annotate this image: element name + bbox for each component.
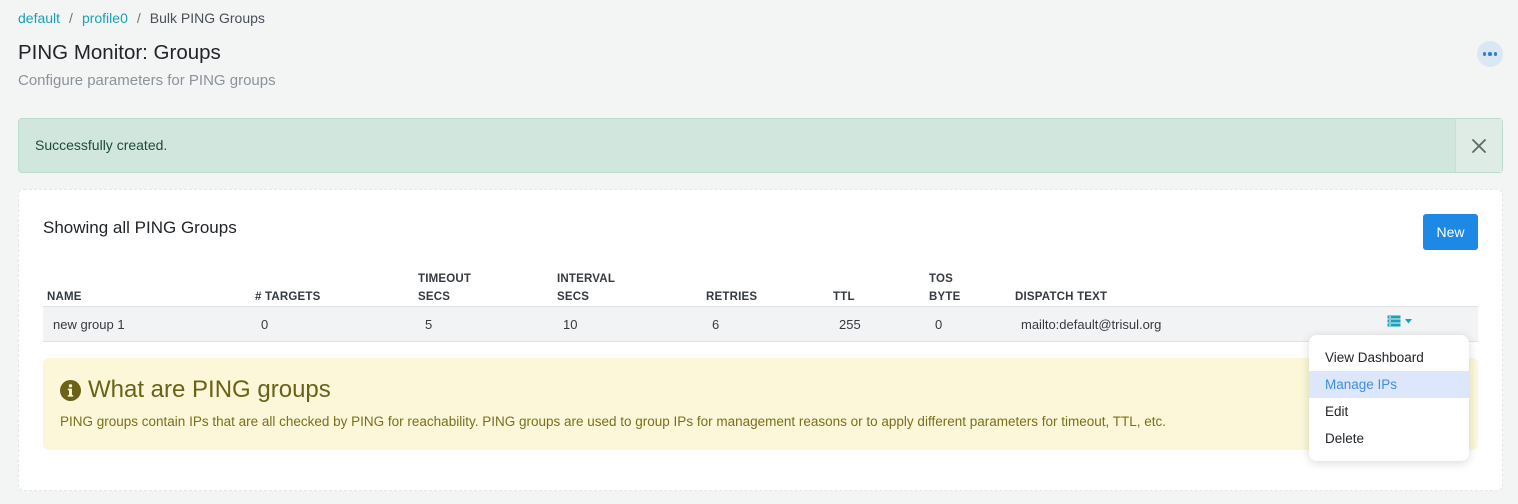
breadcrumb-default[interactable]: default [18, 10, 60, 26]
menu-item-edit[interactable]: Edit [1309, 398, 1469, 425]
server-list-icon [1387, 315, 1401, 327]
menu-item-view-dashboard[interactable]: View Dashboard [1309, 344, 1469, 371]
column-header-targets[interactable]: # TARGETS [255, 288, 320, 306]
more-options-button[interactable] [1477, 41, 1503, 67]
table-header: NAME # TARGETS TIMEOUT SECS INTERVAL SECS … [43, 264, 1478, 306]
success-alert: Successfully created. [18, 118, 1503, 173]
breadcrumb: default / profile0 / Bulk PING Groups [18, 10, 265, 26]
breadcrumb-separator: / [69, 10, 73, 26]
column-header-timeout[interactable]: TIMEOUT SECS [418, 270, 471, 306]
cell-timeout: 5 [425, 317, 433, 332]
column-header-interval[interactable]: INTERVAL SECS [557, 270, 615, 306]
alert-message: Successfully created. [35, 137, 168, 153]
info-description: PING groups contain IPs that are all che… [60, 414, 1167, 429]
caret-down-icon [1405, 318, 1412, 323]
page-subtitle: Configure parameters for PING groups [18, 72, 276, 89]
row-actions-toggle[interactable] [1387, 315, 1412, 327]
info-circle-icon [60, 379, 81, 401]
column-header-name[interactable]: NAME [47, 288, 82, 306]
info-box: What are PING groups PING groups contain… [43, 358, 1478, 450]
cell-ttl: 255 [839, 317, 861, 332]
page-title: PING Monitor: Groups [18, 41, 221, 64]
menu-item-delete[interactable]: Delete [1309, 425, 1469, 452]
new-button[interactable]: New [1423, 214, 1478, 250]
alert-close-button[interactable] [1455, 119, 1502, 172]
info-title-text: What are PING groups [88, 376, 331, 403]
ping-groups-card: Showing all PING Groups New NAME # TARGE… [18, 189, 1503, 491]
column-header-ttl[interactable]: TTL [833, 288, 855, 306]
cell-targets: 0 [261, 317, 269, 332]
breadcrumb-separator: / [136, 10, 141, 26]
cell-interval: 10 [563, 317, 578, 332]
cell-dispatch: mailto:default@trisul.org [1021, 317, 1162, 332]
cell-tos: 0 [935, 317, 943, 332]
column-header-dispatch[interactable]: DISPATCH TEXT [1015, 288, 1107, 306]
breadcrumb-current: Bulk PING Groups [149, 10, 265, 26]
close-icon [1472, 138, 1486, 153]
ellipsis-icon [1482, 52, 1498, 56]
cell-name: new group 1 [53, 317, 125, 332]
info-title: What are PING groups [60, 376, 331, 404]
breadcrumb-profile[interactable]: profile0 [82, 10, 128, 26]
column-header-retries[interactable]: RETRIES [706, 288, 757, 306]
table-row[interactable]: new group 1 0 5 10 6 255 0 mailto:defaul… [43, 306, 1478, 342]
row-actions-menu: View Dashboard Manage IPs Edit Delete [1309, 335, 1469, 461]
column-header-tos[interactable]: TOS BYTE [929, 270, 960, 306]
card-title: Showing all PING Groups [43, 218, 237, 237]
cell-retries: 6 [712, 317, 720, 332]
menu-item-manage-ips[interactable]: Manage IPs [1309, 371, 1469, 398]
